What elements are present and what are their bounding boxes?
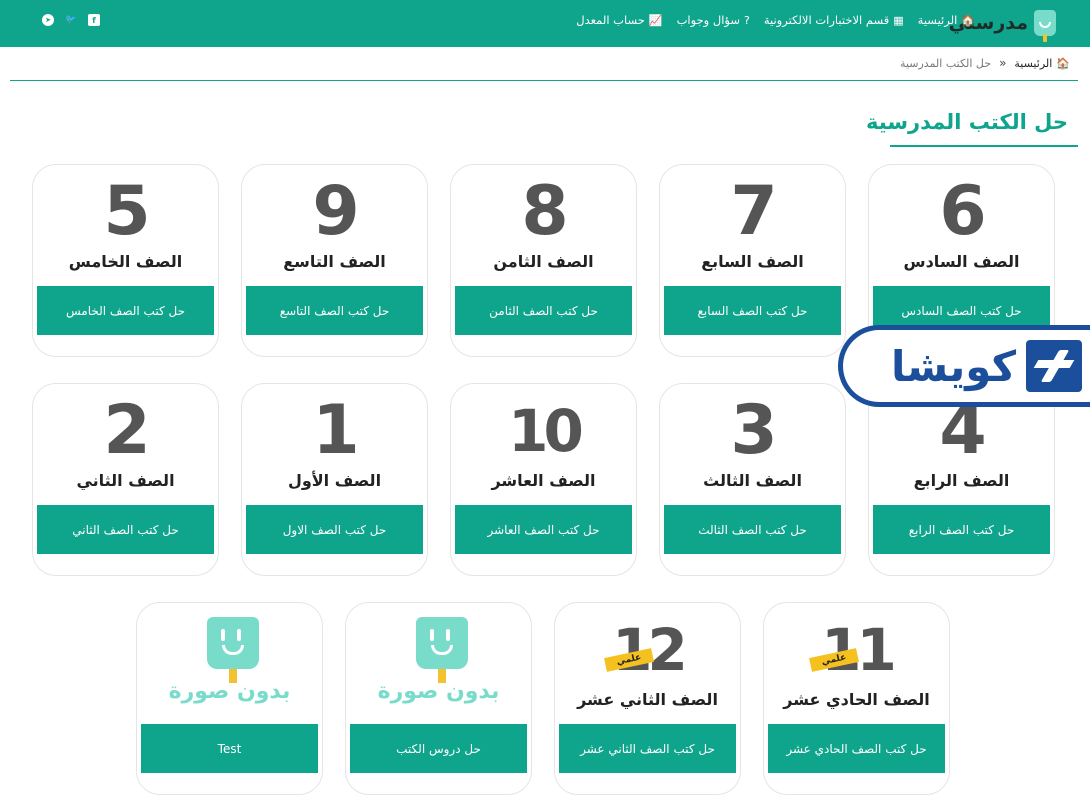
no-image-placeholder: بدون صورة	[346, 617, 531, 712]
calculator-icon: ▦	[893, 13, 904, 27]
no-image-placeholder: بدون صورة	[137, 617, 322, 712]
grade-card-9[interactable]: 9 الصف التاسع حل كتب الصف التاسع	[241, 164, 428, 357]
top-navbar: مدرستي 🏠 الرئيسية ▦ قسم الاختبارات الالك…	[0, 0, 1090, 47]
solve-books-button[interactable]: حل كتب الصف الثامن	[455, 286, 632, 335]
nav-home[interactable]: 🏠 الرئيسية	[918, 13, 975, 27]
chart-icon: 📈	[648, 13, 663, 27]
solve-books-button[interactable]: حل كتب الصف الحادي عشر	[768, 724, 945, 773]
solve-books-button[interactable]: حل كتب الصف التاسع	[246, 286, 423, 335]
grade-card-10[interactable]: 10 الصف العاشر حل كتب الصف العاشر	[450, 383, 637, 576]
grade-title: الصف الثامن	[493, 252, 594, 271]
solve-books-button[interactable]: حل كتب الصف الثاني عشر	[559, 724, 736, 773]
grade-number: 6	[939, 172, 986, 251]
solve-books-button[interactable]: حل كتب الصف الثاني	[37, 505, 214, 554]
nav-qa[interactable]: ? سؤال وجواب	[677, 13, 750, 27]
nav-qa-label: سؤال وجواب	[676, 13, 740, 27]
popsicle-icon	[416, 617, 468, 669]
facebook-icon[interactable]: f	[88, 14, 100, 26]
grade-card-4[interactable]: 4 الصف الرابع حل كتب الصف الرابع	[868, 383, 1055, 576]
grade-number: 8	[521, 172, 568, 251]
home-icon: 🏠	[961, 13, 975, 27]
grade-title: الصف السادس	[903, 252, 1020, 271]
grade-card-12[interactable]: 12 علمي الصف الثاني عشر حل كتب الصف الثا…	[554, 602, 741, 795]
grade-title: الصف الحادي عشر	[783, 690, 930, 709]
main-nav: 🏠 الرئيسية ▦ قسم الاختبارات الالكترونية …	[576, 13, 975, 27]
solve-books-button[interactable]: حل كتب الصف الاول	[246, 505, 423, 554]
solve-lessons-button[interactable]: حل دروس الكتب	[350, 724, 527, 773]
grade-card-5[interactable]: 5 الصف الخامس حل كتب الصف الخامس	[32, 164, 219, 357]
grade-card-3[interactable]: 3 الصف الثالث حل كتب الصف الثالث	[659, 383, 846, 576]
no-image-label: بدون صورة	[168, 679, 291, 704]
grade-title: الصف الثاني عشر	[577, 690, 718, 709]
breadcrumb-divider	[10, 80, 1078, 81]
grade-title: الصف الثالث	[703, 471, 802, 490]
breadcrumb-current: حل الكتب المدرسية	[900, 56, 992, 70]
home-icon: 🏠	[1056, 56, 1070, 70]
grade-card-8[interactable]: 8 الصف الثامن حل كتب الصف الثامن	[450, 164, 637, 357]
social-links: ➤ 🐦 f	[42, 14, 100, 26]
popsicle-icon	[207, 617, 259, 669]
twitter-icon[interactable]: 🐦	[65, 14, 77, 26]
grade-card-1[interactable]: 1 الصف الأول حل كتب الصف الاول	[241, 383, 428, 576]
grade-title: الصف الأول	[287, 471, 382, 490]
watermark-logo: كويشا	[838, 325, 1090, 407]
grade-title: الصف السابع	[701, 252, 804, 271]
test-card[interactable]: بدون صورة Test	[136, 602, 323, 795]
breadcrumb: 🏠 الرئيسية » حل الكتب المدرسية	[900, 56, 1070, 70]
breadcrumb-separator: »	[999, 56, 1007, 70]
solve-books-button[interactable]: حل كتب الصف الخامس	[37, 286, 214, 335]
grade-title: الصف الثاني	[76, 471, 175, 490]
solve-books-button[interactable]: حل كتب الصف السابع	[664, 286, 841, 335]
grade-title: الصف التاسع	[283, 252, 386, 271]
no-image-label: بدون صورة	[377, 679, 500, 704]
nav-gpa[interactable]: 📈 حساب المعدل	[576, 13, 662, 27]
test-button[interactable]: Test	[141, 724, 318, 773]
solve-books-button[interactable]: حل كتب الصف الرابع	[873, 505, 1050, 554]
grade-number: 1	[312, 391, 359, 470]
nav-gpa-label: حساب المعدل	[576, 13, 645, 27]
grade-number: 9	[312, 172, 359, 251]
breadcrumb-home[interactable]: 🏠 الرئيسية	[1014, 57, 1070, 70]
telegram-icon[interactable]: ➤	[42, 14, 54, 26]
grade-card-11[interactable]: 11 علمي الصف الحادي عشر حل كتب الصف الحا…	[763, 602, 950, 795]
question-icon: ?	[744, 13, 750, 27]
nav-exams-label: قسم الاختبارات الالكترونية	[763, 13, 890, 27]
watermark-emblem-icon	[1026, 340, 1082, 392]
breadcrumb-home-label: الرئيسية	[1014, 56, 1053, 70]
grade-number: 5	[103, 172, 150, 251]
nav-exams[interactable]: ▦ قسم الاختبارات الالكترونية	[764, 13, 904, 27]
title-underline	[890, 145, 1078, 147]
grade-number: 3	[730, 391, 777, 470]
grade-title: الصف العاشر	[491, 471, 596, 490]
grade-card-7[interactable]: 7 الصف السابع حل كتب الصف السابع	[659, 164, 846, 357]
solve-books-button[interactable]: حل كتب الصف العاشر	[455, 505, 632, 554]
grade-card-2[interactable]: 2 الصف الثاني حل كتب الصف الثاني	[32, 383, 219, 576]
grade-title: الصف الخامس	[68, 252, 183, 271]
page-title: حل الكتب المدرسية	[866, 110, 1068, 134]
grade-number: 10	[508, 397, 584, 465]
lessons-card[interactable]: بدون صورة حل دروس الكتب	[345, 602, 532, 795]
grade-number: 7	[730, 172, 777, 251]
watermark-text: كويشا	[890, 341, 1017, 391]
solve-books-button[interactable]: حل كتب الصف الثالث	[664, 505, 841, 554]
logo-popsicle-icon	[1034, 10, 1056, 42]
grade-number: 2	[103, 391, 150, 470]
grade-title: الصف الرابع	[913, 471, 1010, 490]
nav-home-label: الرئيسية	[917, 13, 958, 27]
